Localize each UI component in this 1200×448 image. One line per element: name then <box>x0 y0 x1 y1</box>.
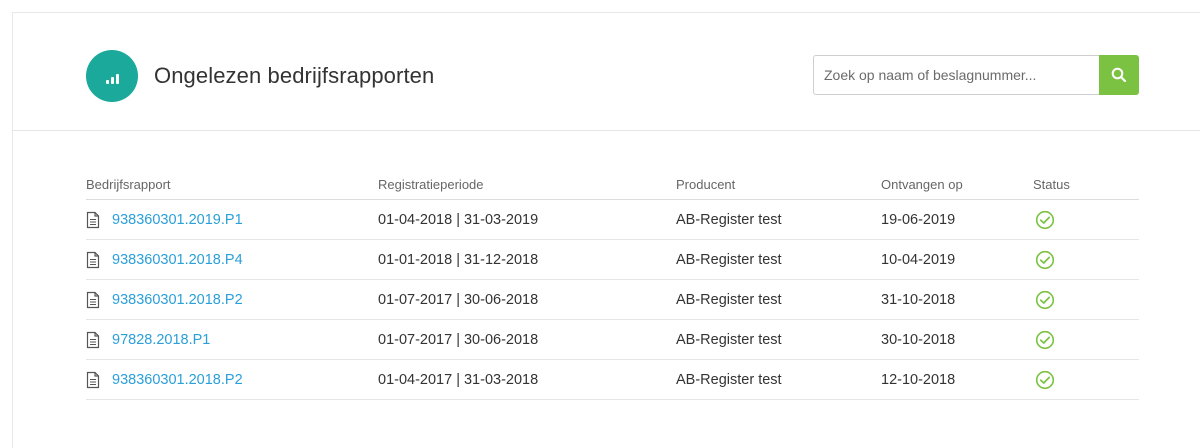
document-icon <box>86 371 100 388</box>
document-icon <box>86 331 100 348</box>
table-header: Bedrijfsrapport Registratieperiode Produ… <box>86 175 1139 200</box>
report-cell: 97828.2018.P1 <box>86 320 210 359</box>
producer-cell: AB-Register test <box>676 291 782 308</box>
report-link[interactable]: 938360301.2019.P1 <box>112 212 243 228</box>
check-circle-icon <box>1035 250 1055 269</box>
period-cell: 01-07-2017 | 30-06-2018 <box>378 331 539 348</box>
producer-cell: AB-Register test <box>676 211 782 228</box>
check-circle-icon <box>1035 290 1055 309</box>
reports-card: Ongelezen bedrijfsrapporten Bedrijfsrapp… <box>12 12 1200 448</box>
period-cell: 01-01-2018 | 31-12-2018 <box>378 251 539 268</box>
search-icon <box>1111 67 1127 83</box>
received-cell: 30-10-2018 <box>881 331 956 348</box>
producer-cell: AB-Register test <box>676 331 782 348</box>
table-row: 97828.2018.P1 01-07-2017 | 30-06-2018 AB… <box>86 320 1139 360</box>
table-row: 938360301.2018.P2 01-07-2017 | 30-06-201… <box>86 280 1139 320</box>
check-circle-icon <box>1035 370 1055 389</box>
report-cell: 938360301.2018.P2 <box>86 280 243 319</box>
search-button[interactable] <box>1099 55 1139 95</box>
table-row: 938360301.2018.P2 01-04-2017 | 31-03-201… <box>86 360 1139 400</box>
report-cell: 938360301.2018.P2 <box>86 360 243 399</box>
report-link[interactable]: 97828.2018.P1 <box>112 332 210 348</box>
status-cell <box>1033 320 1055 359</box>
reports-table: Bedrijfsrapport Registratieperiode Produ… <box>86 175 1139 400</box>
report-link[interactable]: 938360301.2018.P4 <box>112 252 243 268</box>
status-cell <box>1033 200 1055 239</box>
document-icon <box>86 211 100 228</box>
table-row: 938360301.2018.P4 01-01-2018 | 31-12-201… <box>86 240 1139 280</box>
producer-cell: AB-Register test <box>676 371 782 388</box>
column-header-report: Bedrijfsrapport <box>86 177 171 192</box>
signal-bars-icon <box>86 50 138 102</box>
report-cell: 938360301.2018.P4 <box>86 240 243 279</box>
card-header: Ongelezen bedrijfsrapporten <box>13 13 1200 131</box>
report-cell: 938360301.2019.P1 <box>86 200 243 239</box>
column-header-received: Ontvangen op <box>881 177 963 192</box>
document-icon <box>86 251 100 268</box>
status-cell <box>1033 280 1055 319</box>
period-cell: 01-07-2017 | 30-06-2018 <box>378 291 539 308</box>
received-cell: 12-10-2018 <box>881 371 956 388</box>
table-row: 938360301.2019.P1 01-04-2018 | 31-03-201… <box>86 200 1139 240</box>
period-cell: 01-04-2018 | 31-03-2019 <box>378 211 539 228</box>
report-link[interactable]: 938360301.2018.P2 <box>112 372 243 388</box>
received-cell: 10-04-2019 <box>881 251 956 268</box>
status-cell <box>1033 240 1055 279</box>
report-link[interactable]: 938360301.2018.P2 <box>112 292 243 308</box>
search-input[interactable] <box>813 55 1099 95</box>
received-cell: 19-06-2019 <box>881 211 956 228</box>
producer-cell: AB-Register test <box>676 251 782 268</box>
received-cell: 31-10-2018 <box>881 291 956 308</box>
search-bar <box>813 55 1139 95</box>
page-title: Ongelezen bedrijfsrapporten <box>154 63 435 88</box>
table-body: 938360301.2019.P1 01-04-2018 | 31-03-201… <box>86 200 1139 400</box>
status-cell <box>1033 360 1055 399</box>
column-header-producer: Producent <box>676 177 736 192</box>
document-icon <box>86 291 100 308</box>
column-header-status: Status <box>1033 177 1070 192</box>
column-header-period: Registratieperiode <box>378 177 484 192</box>
period-cell: 01-04-2017 | 31-03-2018 <box>378 371 539 388</box>
check-circle-icon <box>1035 210 1055 229</box>
check-circle-icon <box>1035 330 1055 349</box>
